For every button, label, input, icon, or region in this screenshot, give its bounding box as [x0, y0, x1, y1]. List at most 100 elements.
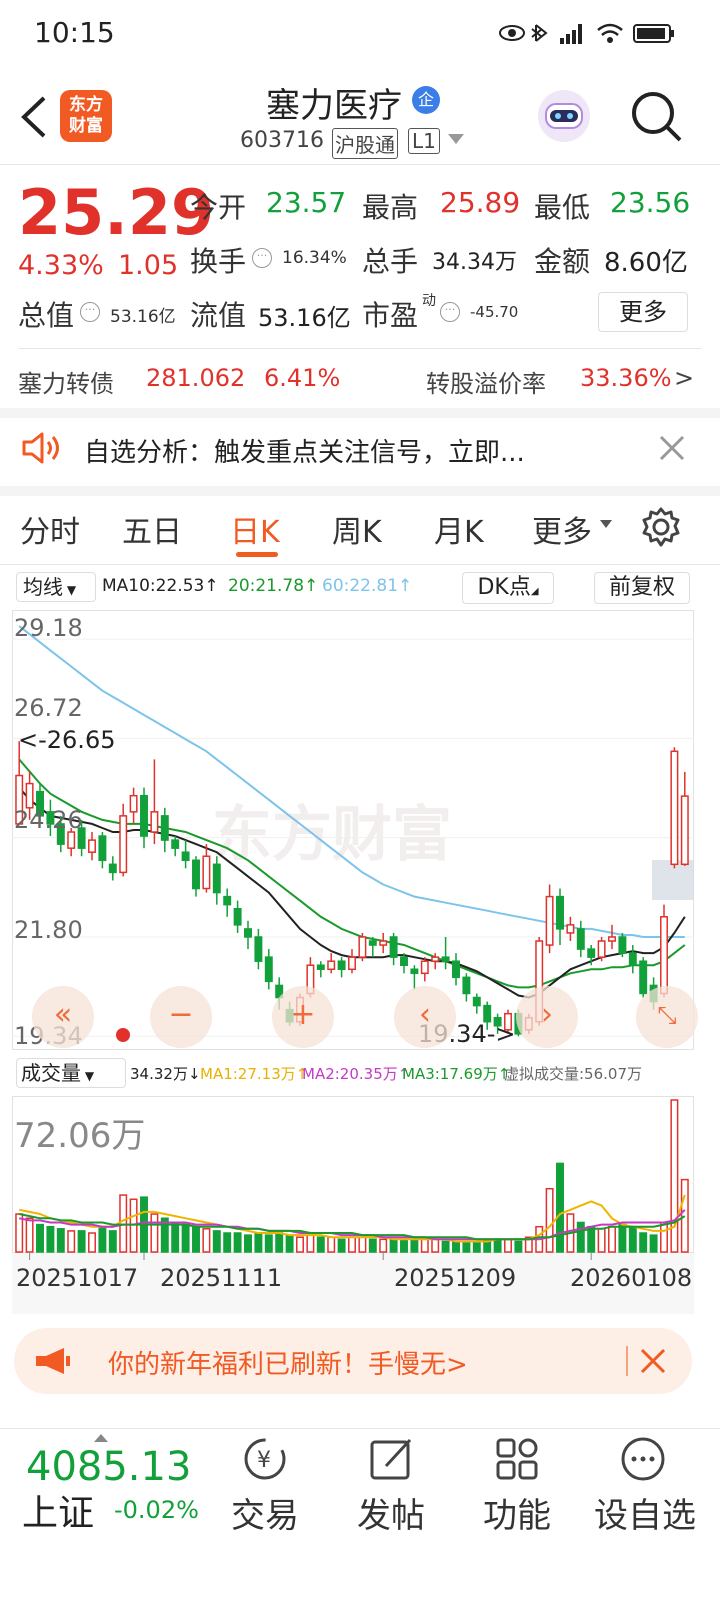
- robot-assistant-icon[interactable]: [534, 88, 594, 144]
- promo-close-button[interactable]: [638, 1346, 668, 1376]
- dk-point-label: DK点: [477, 575, 531, 600]
- volume-bar: [379, 1238, 388, 1253]
- nav-trade[interactable]: 交易: [210, 1488, 320, 1537]
- nav-functions[interactable]: 功能: [462, 1488, 572, 1537]
- scroll-left-button[interactable]: ‹: [394, 986, 456, 1048]
- volume-bar: [285, 1234, 294, 1253]
- volume-bar: [368, 1238, 377, 1253]
- more-dots-icon: [618, 1436, 668, 1482]
- nav-expand-icon[interactable]: [94, 1434, 108, 1442]
- index-change: -0.02%: [114, 1496, 199, 1524]
- volume-ma1: MA1:27.13万↑: [200, 1065, 309, 1083]
- tab-timeshare[interactable]: 分时: [20, 507, 80, 551]
- volume-bar: [327, 1236, 336, 1253]
- nav-post[interactable]: 发帖: [336, 1488, 446, 1537]
- tab-monthly-k[interactable]: 月K: [434, 507, 484, 551]
- float-value: 53.16亿: [258, 304, 351, 332]
- volume-ma3: MA3:17.69万↑: [402, 1065, 511, 1083]
- volume-bar: [431, 1238, 440, 1253]
- ma-selector[interactable]: 均线 ▼: [16, 572, 96, 602]
- battery-icon: [633, 24, 674, 43]
- volume-selector[interactable]: 成交量 ▼: [16, 1058, 126, 1088]
- volume-bar: [46, 1225, 55, 1253]
- virtual-volume: 虚拟成交量:56.07万: [504, 1065, 642, 1083]
- tab-more-dropdown-icon: [600, 520, 612, 528]
- turnover-label: 换手: [190, 245, 247, 278]
- ma60-readout: 60:22.81↑: [322, 576, 413, 596]
- notice-text[interactable]: 自选分析：触发重点关注信号，立即...: [84, 432, 525, 469]
- volume-bar: [628, 1225, 637, 1253]
- nav-add-watchlist[interactable]: 设自选: [586, 1488, 704, 1537]
- high-marker: <-26.65: [18, 726, 116, 754]
- candle: [597, 936, 606, 962]
- date-label-0: 20251017: [16, 1264, 139, 1292]
- record-dot[interactable]: [116, 1028, 130, 1042]
- volume-bar: [441, 1240, 450, 1253]
- compose-post-icon: [368, 1436, 418, 1482]
- turnover-value: 16.34%: [282, 248, 347, 268]
- volume-bar: [316, 1236, 325, 1253]
- tab-five-day[interactable]: 五日: [122, 507, 182, 551]
- volume-bar: [98, 1225, 107, 1253]
- dk-point-button[interactable]: DK点◢: [462, 572, 554, 604]
- adjust-button[interactable]: 前复权: [594, 572, 690, 604]
- volume-max-label: 72.06万: [14, 1116, 146, 1156]
- change-percent: 4.33%: [18, 250, 104, 281]
- date-label-2: 20251209: [394, 1264, 517, 1292]
- more-quote-button[interactable]: 更多: [598, 292, 688, 332]
- tab-daily-k[interactable]: 日K: [230, 507, 280, 551]
- scroll-right-button[interactable]: ›: [516, 986, 578, 1048]
- candle: [670, 747, 679, 869]
- volume-bar: [296, 1236, 304, 1253]
- volume-bar: [150, 1213, 159, 1253]
- volume-bar: [410, 1238, 419, 1253]
- tab-weekly-k[interactable]: 周K: [332, 507, 382, 551]
- volume-bar: [608, 1225, 616, 1253]
- app-logo[interactable]: 东方 财富: [60, 90, 112, 142]
- volume-bar: [212, 1230, 221, 1253]
- y-tick-1: 26.72: [14, 694, 83, 722]
- y-tick-3: 21.80: [14, 916, 83, 944]
- volume-bar: [420, 1238, 429, 1253]
- volume-bar: [36, 1223, 44, 1253]
- mktcap-info-icon[interactable]: ···: [80, 301, 100, 322]
- volume-bar: [119, 1194, 128, 1253]
- zoom-in-button[interactable]: +: [272, 986, 334, 1048]
- volume-bar: [576, 1221, 585, 1253]
- fullscreen-button[interactable]: ⤡: [636, 986, 698, 1048]
- level-dropdown-icon[interactable]: [448, 134, 464, 144]
- tab-more[interactable]: 更多: [532, 507, 592, 551]
- zoom-out-button[interactable]: −: [150, 986, 212, 1048]
- volume-bar: [264, 1234, 273, 1253]
- volume-bar: [545, 1187, 554, 1253]
- mktcap-value: 53.16亿: [110, 307, 176, 327]
- volume-bar: [275, 1232, 284, 1253]
- stock-code: 603716: [240, 128, 324, 153]
- promo-banner[interactable]: 你的新年福利已刷新！手慢无>: [14, 1328, 692, 1394]
- volume-bar: [88, 1232, 96, 1253]
- volume-bar: [389, 1238, 398, 1253]
- float-label: 流值: [190, 299, 247, 332]
- bluetooth-icon: [531, 24, 548, 42]
- turnover-info-icon[interactable]: ···: [252, 247, 272, 268]
- notice-close-button[interactable]: [656, 432, 688, 464]
- search-button[interactable]: [628, 88, 684, 144]
- ma10-readout: MA10:22.53↑: [102, 576, 219, 596]
- volume-selector-label: 成交量: [21, 1061, 81, 1085]
- settings-button[interactable]: [640, 506, 682, 548]
- kline-chart[interactable]: 东方财富: [12, 610, 694, 1050]
- pe-info-icon[interactable]: ···: [440, 301, 460, 322]
- enterprise-badge: 企: [412, 86, 440, 114]
- volume-bar: [202, 1228, 211, 1253]
- close-icon: [640, 1348, 666, 1374]
- scroll-left-fast-button[interactable]: «: [32, 986, 94, 1048]
- volume-bar: [649, 1234, 658, 1253]
- premium-arrow[interactable]: >: [674, 364, 694, 392]
- date-label-1: 20251111: [160, 1264, 283, 1292]
- low-label: 最低: [534, 191, 591, 224]
- gear-icon: [642, 507, 680, 547]
- bond-name[interactable]: 塞力转债: [18, 364, 114, 399]
- back-button[interactable]: [14, 92, 54, 142]
- candle: [660, 904, 668, 998]
- y-tick-0: 29.18: [14, 614, 83, 642]
